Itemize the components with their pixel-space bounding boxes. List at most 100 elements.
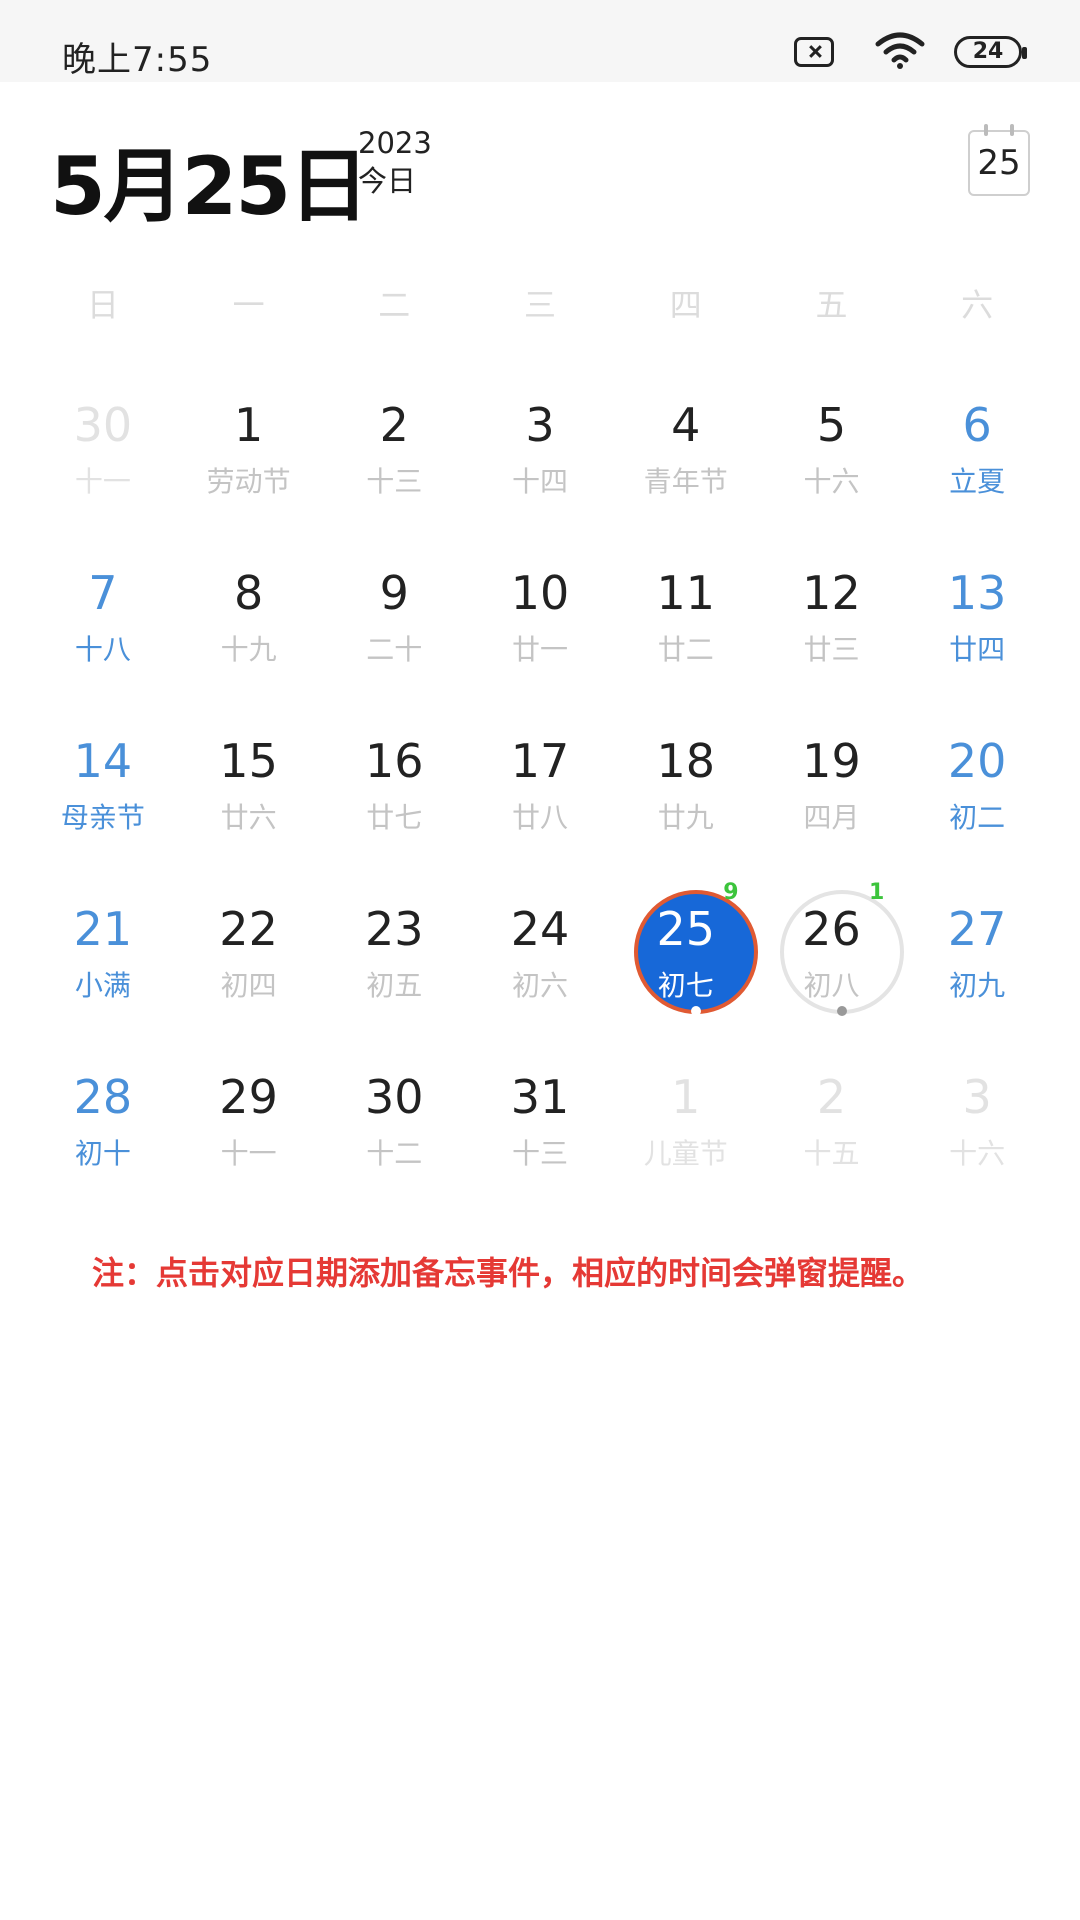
calendar-day-cell[interactable]: 31 十三 (467, 1042, 613, 1210)
weekday-wed: 三 (524, 286, 557, 324)
lunar-date: 廿一 (512, 633, 569, 666)
calendar-day-cell[interactable]: 3 十四 (467, 370, 613, 538)
day-number: 1 (671, 1070, 701, 1124)
calendar-day-cell[interactable]: 9 二十 (321, 538, 467, 706)
day-number: 18 (656, 734, 715, 788)
day-number: 5 (816, 398, 847, 452)
lunar-date: 廿九 (657, 801, 714, 834)
lunar-date: 初四 (220, 969, 277, 1002)
lunar-date: 十五 (803, 1137, 860, 1170)
calendar-day-cell[interactable]: 20 初二 (904, 706, 1050, 874)
calendar-day-cell[interactable]: 29 十一 (176, 1042, 322, 1210)
calendar-day-cell[interactable]: 1 儿童节 (613, 1042, 759, 1210)
calendar-day-cell[interactable]: 6 立夏 (904, 370, 1050, 538)
calendar-week: 7 十八 8 十九 9 二十 10 廿一 11 廿二 12 廿三 13 廿四 (30, 538, 1050, 706)
day-number: 19 (802, 734, 861, 788)
calendar-week: 30 十一 1 劳动节 2 十三 3 十四 4 青年节 5 十六 6 立夏 (30, 370, 1050, 538)
day-number: 22 (219, 902, 278, 956)
day-number: 9 (379, 566, 409, 620)
calendar-day-cell[interactable]: 12 廿三 (759, 538, 905, 706)
day-number: 4 (671, 398, 701, 452)
calendar-today-icon[interactable]: 25 (968, 124, 1030, 196)
weekday-tue: 二 (378, 286, 411, 324)
battery-icon: 24 (954, 36, 1027, 68)
calendar-day-cell[interactable]: 28 初十 (30, 1042, 176, 1210)
day-number: 11 (656, 566, 715, 620)
calendar-day-cell[interactable]: 2 十三 (321, 370, 467, 538)
lunar-date: 初十 (74, 1137, 131, 1170)
calendar-day-cell[interactable]: 23 初五 (321, 874, 467, 1042)
calendar-day-cell[interactable]: 26 初八 1 (759, 874, 905, 1042)
hint-note: 注：点击对应日期添加备忘事件，相应的时间会弹窗提醒。 (92, 1254, 925, 1292)
calendar-day-cell[interactable]: 15 廿六 (176, 706, 322, 874)
day-number: 3 (525, 398, 555, 452)
event-count-badge: 9 (723, 880, 739, 905)
day-number: 23 (365, 902, 424, 956)
calendar-day-cell[interactable]: 10 廿一 (467, 538, 613, 706)
weekday-mon: 一 (232, 286, 265, 324)
calendar-day-cell[interactable]: 22 初四 (176, 874, 322, 1042)
calendar-day-cell[interactable]: 2 十五 (759, 1042, 905, 1210)
weekday-fri: 五 (815, 286, 848, 324)
calendar-day-cell[interactable]: 13 廿四 (904, 538, 1050, 706)
calendar-day-cell[interactable]: 27 初九 (904, 874, 1050, 1042)
lunar-date: 初七 (657, 969, 714, 1002)
event-dot (836, 1006, 847, 1016)
lunar-date: 十九 (220, 633, 277, 666)
status-bar: 晚上7:55 24 (0, 0, 1080, 82)
calendar-day-cell[interactable]: 18 廿九 (613, 706, 759, 874)
status-icons: 24 (762, 32, 1027, 70)
year-block: 2023 今日 (358, 124, 432, 200)
day-number: 25 (656, 902, 715, 956)
calendar-day-cell[interactable]: 3 十六 (904, 1042, 1050, 1210)
lunar-date: 十八 (74, 633, 131, 666)
calendar-grid: 30 十一 1 劳动节 2 十三 3 十四 4 青年节 5 十六 6 立夏 7 十八 8 十九 9 二十 10 廿一 11 廿… (30, 370, 1050, 1210)
day-number: 10 (510, 566, 570, 620)
calendar-day-cell[interactable]: 8 十九 (176, 538, 322, 706)
lunar-date: 十三 (366, 465, 423, 498)
lunar-date: 母亲节 (60, 801, 145, 834)
lunar-date: 小满 (74, 969, 131, 1002)
calendar-day-cell[interactable]: 17 廿八 (467, 706, 613, 874)
day-number: 17 (510, 734, 570, 788)
current-date: 5月25日 (50, 140, 369, 233)
calendar-day-cell[interactable]: 30 十一 (30, 370, 176, 538)
calendar-day-cell[interactable]: 5 十六 (759, 370, 905, 538)
day-number: 24 (510, 902, 570, 956)
day-number: 30 (365, 1070, 424, 1124)
lunar-date: 十一 (220, 1137, 277, 1170)
day-number: 7 (88, 566, 118, 620)
lunar-date: 廿六 (220, 801, 277, 834)
calendar-day-cell[interactable]: 14 母亲节 (30, 706, 176, 874)
lunar-date: 廿二 (657, 633, 714, 666)
lunar-date: 十四 (512, 465, 569, 498)
calendar-week: 21 小满 22 初四 23 初五 24 初六 25 初七 9 26 初八 1 27 初九 (30, 874, 1050, 1042)
lunar-date: 十三 (512, 1137, 569, 1170)
day-number: 16 (365, 734, 424, 788)
day-number: 26 (802, 902, 861, 956)
lunar-date: 廿七 (366, 801, 423, 834)
day-number: 14 (73, 734, 133, 788)
calendar-day-cell[interactable]: 11 廿二 (613, 538, 759, 706)
year-label: 2023 (358, 126, 432, 160)
calendar-day-cell[interactable]: 24 初六 (467, 874, 613, 1042)
lunar-date: 劳动节 (206, 465, 291, 498)
lunar-date: 四月 (803, 801, 860, 834)
lunar-date: 十六 (803, 465, 860, 498)
weekday-row: 日 一 二 三 四 五 六 (30, 280, 1050, 340)
wifi-icon (875, 32, 925, 69)
battery-level: 24 (972, 39, 1004, 64)
calendar-day-cell[interactable]: 30 十二 (321, 1042, 467, 1210)
lunar-date: 二十 (366, 633, 423, 666)
calendar-day-cell[interactable]: 1 劳动节 (176, 370, 322, 538)
calendar-day-cell[interactable]: 16 廿七 (321, 706, 467, 874)
day-number: 29 (219, 1070, 278, 1124)
day-number: 1 (233, 398, 264, 452)
lunar-date: 十二 (366, 1137, 423, 1170)
lunar-date: 初六 (512, 969, 569, 1002)
calendar-day-cell[interactable]: 7 十八 (30, 538, 176, 706)
calendar-day-cell[interactable]: 25 初七 9 (613, 874, 759, 1042)
calendar-day-cell[interactable]: 19 四月 (759, 706, 905, 874)
calendar-day-cell[interactable]: 21 小满 (30, 874, 176, 1042)
calendar-day-cell[interactable]: 4 青年节 (613, 370, 759, 538)
